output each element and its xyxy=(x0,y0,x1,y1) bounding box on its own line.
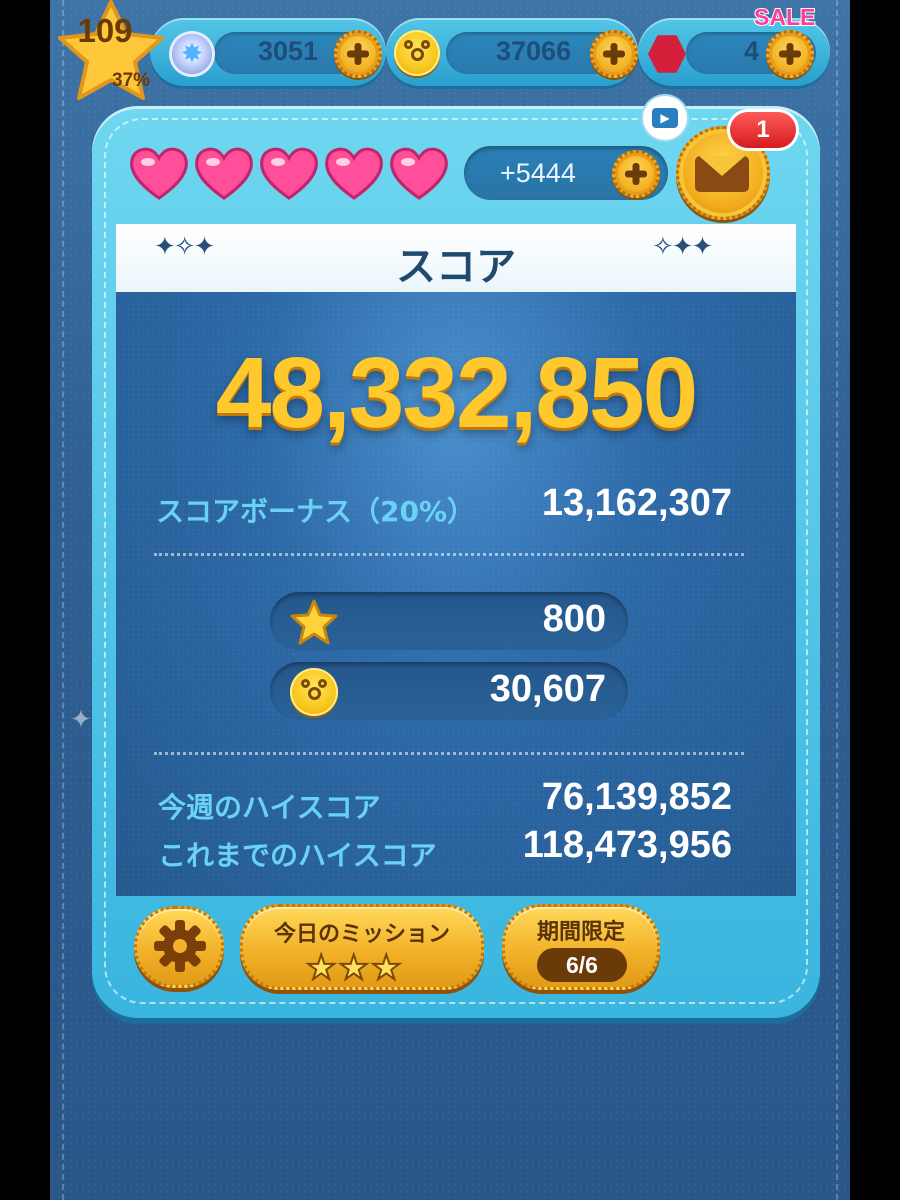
right-stitch xyxy=(836,0,838,1200)
video-icon[interactable]: ▶ xyxy=(643,96,687,140)
player-level: 109 xyxy=(77,12,133,49)
add-crystal-button[interactable] xyxy=(334,30,382,78)
alltime-high-value: 118,473,956 xyxy=(522,824,732,866)
heart-bonus-value: +5444 xyxy=(500,158,576,188)
weekly-high-value: 76,139,852 xyxy=(541,776,732,818)
gear-icon xyxy=(154,920,206,972)
exp-value: 800 xyxy=(542,598,606,640)
sparkle-icon: ✦✧✦ xyxy=(154,232,215,262)
coin-count: 37066 xyxy=(496,36,572,66)
add-coin-button[interactable] xyxy=(590,30,638,78)
heart-icon xyxy=(195,147,253,200)
crystal-icon: ✸ xyxy=(172,34,212,74)
divider xyxy=(154,553,744,556)
mickey-coin-icon xyxy=(394,30,440,76)
coins-earned-value: 30,607 xyxy=(489,668,606,710)
add-ruby-button[interactable] xyxy=(766,30,814,78)
add-heart-button[interactable] xyxy=(612,150,660,198)
envelope-icon xyxy=(695,156,749,192)
score-bonus-value: 13,162,307 xyxy=(541,482,732,524)
limited-event-label: 期間限定 xyxy=(536,920,625,945)
heart-icon xyxy=(325,147,383,200)
alltime-high-label: これまでのハイスコア xyxy=(158,839,437,872)
sparkle-icon: ✧✦✦ xyxy=(652,232,713,262)
score-bonus-label: スコアボーナス（20%） xyxy=(156,495,476,528)
mickey-coin-icon xyxy=(290,668,338,716)
heart-icon xyxy=(130,147,188,200)
heart-icon xyxy=(390,147,448,200)
star-icon xyxy=(290,599,338,645)
sale-badge: SALE xyxy=(753,3,816,31)
ruby-count: 4 xyxy=(744,36,760,66)
daily-mission-label: 今日のミッション xyxy=(273,922,450,947)
final-score: 48,332,850 xyxy=(215,337,699,449)
weekly-high-label: 今週のハイスコア xyxy=(158,791,381,824)
sparkle-icon: ✦ xyxy=(70,705,92,735)
heart-icon xyxy=(260,147,318,200)
level-progress: 37% xyxy=(112,70,151,91)
mail-badge: 1 xyxy=(730,112,796,148)
limited-event-count: 6/6 xyxy=(537,948,627,982)
crystal-count: 3051 xyxy=(258,36,319,66)
left-stitch xyxy=(62,0,64,1200)
mission-stars: ★★★ xyxy=(305,947,404,989)
divider xyxy=(154,752,744,755)
